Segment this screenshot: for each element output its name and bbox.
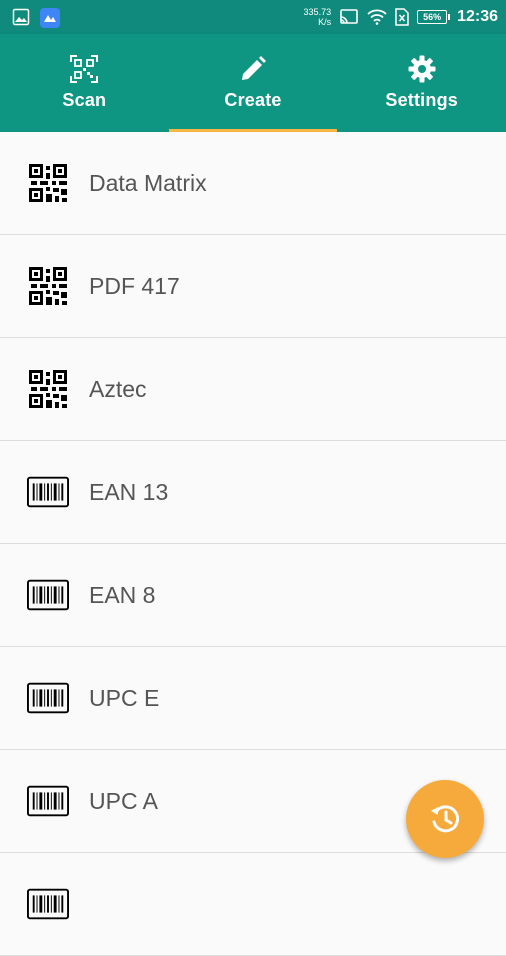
list-item-ean-8[interactable]: EAN 8 (0, 544, 506, 647)
qr-scan-icon (70, 55, 99, 83)
qr-code-icon (27, 162, 69, 204)
gear-icon (408, 55, 436, 83)
wifi-icon (367, 9, 387, 25)
tab-scan[interactable]: Scan (0, 34, 169, 132)
qr-code-icon (27, 368, 69, 410)
list-item-upc-e[interactable]: UPC E (0, 647, 506, 750)
network-speed: 335.73 K/s (304, 7, 332, 27)
list-item-pdf-417[interactable]: PDF 417 (0, 235, 506, 338)
sim-icon (395, 8, 409, 26)
list-item-label: UPC E (89, 684, 160, 711)
network-speed-value: 335.73 (303, 7, 332, 17)
clock: 12:36 (457, 8, 498, 25)
list-item-label: Data Matrix (89, 169, 207, 196)
list-item-ean-13[interactable]: EAN 13 (0, 441, 506, 544)
cast-icon (340, 9, 358, 24)
tab-bar: Scan Create Settings (0, 34, 506, 132)
list-item-label: EAN 8 (89, 581, 156, 608)
list-item-label: Aztec (89, 375, 147, 402)
battery-level: 56% (423, 12, 442, 22)
network-speed-unit: K/s (318, 17, 332, 27)
qr-code-icon (27, 265, 69, 307)
status-bar: 335.73 K/s 56% 12:36 (0, 0, 506, 34)
battery-icon: 56% (417, 10, 451, 24)
list-item-aztec[interactable]: Aztec (0, 338, 506, 441)
tab-create-label: Create (224, 90, 282, 110)
list-item-partial[interactable] (0, 853, 506, 956)
barcode-icon (27, 780, 69, 822)
list-item-data-matrix[interactable]: Data Matrix (0, 132, 506, 235)
status-bar-right: 335.73 K/s 56% 12:36 (304, 0, 498, 34)
tab-create[interactable]: Create (168, 34, 338, 132)
barcode-icon (27, 883, 69, 925)
app-icon (40, 8, 60, 28)
barcode-icon (27, 574, 69, 616)
history-icon (431, 805, 460, 833)
tab-settings[interactable]: Settings (337, 34, 506, 132)
tab-scan-label: Scan (62, 90, 107, 110)
pencil-icon (242, 56, 266, 80)
barcode-icon (27, 471, 69, 513)
list-item-label: EAN 13 (89, 478, 169, 505)
tab-settings-label: Settings (385, 90, 458, 110)
list-item-label: UPC A (89, 787, 159, 814)
barcode-icon (27, 677, 69, 719)
history-button[interactable] (406, 780, 484, 858)
list-item-label: PDF 417 (89, 272, 180, 299)
gallery-icon (12, 8, 30, 26)
status-bar-left-icons (12, 8, 60, 28)
